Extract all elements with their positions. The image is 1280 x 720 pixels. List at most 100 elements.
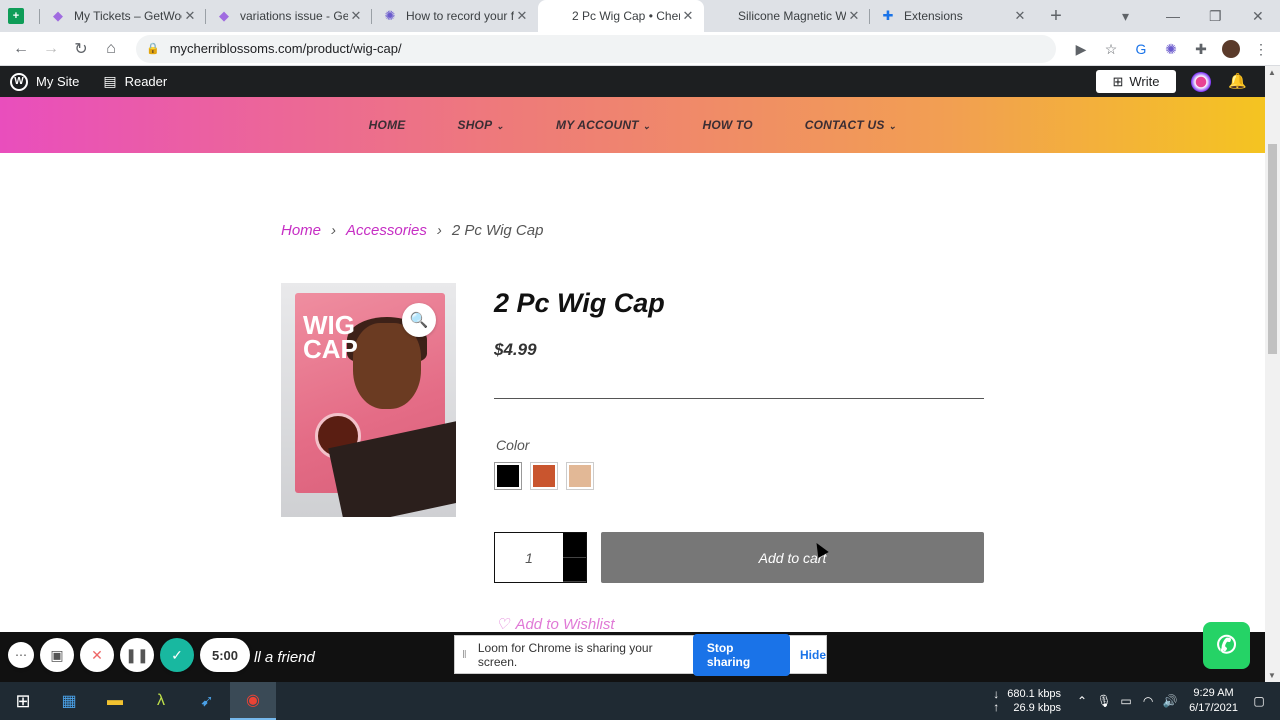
- nav-item-my-account[interactable]: MY ACCOUNT ⌄: [556, 118, 650, 132]
- notifications-center-icon[interactable]: ▢: [1248, 694, 1270, 708]
- sheets-icon: +: [8, 8, 24, 24]
- windows-taskbar: ⊞ ▦ ▬ λ ➹ ◉ ↓ ↑ 680.1 kbps 26.9 kbps ⌃ 🎙 …: [0, 682, 1280, 720]
- tab-search-icon[interactable]: ▾: [1122, 0, 1129, 32]
- translate-icon[interactable]: G: [1132, 40, 1150, 58]
- close-icon[interactable]: ✕: [1012, 8, 1028, 24]
- network-speed: 680.1 kbps 26.9 kbps: [1007, 687, 1061, 715]
- tab-title: Silicone Magnetic W: [738, 9, 846, 23]
- hide-button[interactable]: Hide: [800, 648, 826, 662]
- star-icon[interactable]: ☆: [1102, 40, 1120, 58]
- system-clock[interactable]: 9:29 AM 6/17/2021: [1189, 686, 1238, 716]
- my-site-link[interactable]: W My Site: [10, 72, 80, 91]
- nav-item-shop[interactable]: SHOP ⌄: [457, 118, 504, 132]
- breadcrumb-separator: ›: [436, 222, 442, 239]
- volume-icon[interactable]: 🔊: [1159, 694, 1181, 708]
- add-to-cart-button[interactable]: Add to cart: [601, 532, 984, 583]
- close-icon[interactable]: ✕: [846, 8, 862, 24]
- swatch-beige[interactable]: [566, 462, 594, 490]
- battery-icon[interactable]: ▭: [1115, 694, 1137, 708]
- zoom-icon[interactable]: 🔍: [402, 303, 436, 337]
- breadcrumb-current: 2 Pc Wig Cap: [451, 222, 544, 239]
- browser-tab[interactable]: Silicone Magnetic W ✕: [704, 0, 870, 32]
- home-icon[interactable]: ⌂: [96, 34, 126, 64]
- loom-controls: ⋯ ▣ ✕ ❚❚ ✓ 5:00: [8, 638, 250, 672]
- close-icon[interactable]: ✕: [182, 8, 198, 24]
- windows-start-icon[interactable]: ⊞: [0, 682, 46, 720]
- nav-item-contact-us[interactable]: CONTACT US ⌄: [805, 118, 897, 132]
- dolphin-app-icon[interactable]: ➹: [184, 682, 230, 720]
- lock-icon: 🔒: [146, 43, 160, 55]
- scrollbar-thumb[interactable]: [1268, 144, 1277, 354]
- sheets-pinned-tab[interactable]: +: [0, 0, 40, 32]
- reader-link[interactable]: ▤ Reader: [103, 73, 167, 90]
- browser-tab[interactable]: ◆ My Tickets – GetWoo ✕: [40, 0, 206, 32]
- chevron-down-icon: ⌄: [888, 121, 897, 131]
- add-to-wishlist-link[interactable]: ♡ Add to Wishlist: [496, 615, 615, 634]
- avatar[interactable]: [1191, 72, 1211, 92]
- camera-icon[interactable]: ▶: [1072, 40, 1090, 58]
- back-icon[interactable]: ←: [6, 34, 36, 64]
- cancel-recording-icon[interactable]: ✕: [80, 638, 114, 672]
- puzzle-icon[interactable]: ✚: [1192, 40, 1210, 58]
- breadcrumb-home[interactable]: Home: [281, 222, 321, 239]
- file-explorer-icon[interactable]: ▬: [92, 682, 138, 720]
- close-icon[interactable]: ✕: [514, 8, 530, 24]
- gear-icon: ✺: [384, 8, 396, 23]
- close-icon[interactable]: ✕: [680, 8, 696, 24]
- heart-icon: ♡: [496, 616, 510, 633]
- more-options-icon[interactable]: ⋯: [8, 642, 34, 668]
- reload-icon[interactable]: ↻: [66, 34, 96, 64]
- reader-icon: ▤: [103, 73, 117, 89]
- tab-title: 2 Pc Wig Cap • Cherr: [572, 9, 680, 23]
- url-text: mycherriblossoms.com/product/wig-cap/: [169, 41, 402, 56]
- new-tab-button[interactable]: +: [1036, 0, 1076, 32]
- browser-tab[interactable]: ◆ variations issue - Get ✕: [206, 0, 372, 32]
- scroll-down-icon[interactable]: ▼: [1268, 671, 1276, 680]
- quantity-step-buttons[interactable]: [563, 533, 586, 582]
- camera-toggle-icon[interactable]: ▣: [40, 638, 74, 672]
- quantity-input[interactable]: 1: [495, 533, 563, 582]
- write-button[interactable]: ⊞ Write: [1096, 70, 1176, 93]
- minimize-button[interactable]: —: [1166, 0, 1180, 32]
- drag-handle-icon[interactable]: ‖: [455, 649, 474, 661]
- forward-icon[interactable]: →: [36, 34, 66, 64]
- browser-tab[interactable]: ✺ How to record your f ✕: [372, 0, 538, 32]
- download-speed: 680.1 kbps: [1007, 688, 1062, 700]
- address-bar[interactable]: 🔒 mycherriblossoms.com/product/wig-cap/: [136, 34, 1056, 63]
- chevron-up-icon[interactable]: ⌃: [1071, 694, 1093, 708]
- scroll-up-icon[interactable]: ▲: [1268, 68, 1276, 77]
- profile-avatar[interactable]: [1222, 40, 1240, 58]
- gear-icon[interactable]: ✺: [1162, 40, 1180, 58]
- wifi-icon[interactable]: ◠: [1137, 694, 1159, 708]
- calculator-icon[interactable]: ▦: [46, 682, 92, 720]
- whatsapp-icon[interactable]: ✆: [1203, 622, 1250, 669]
- pause-icon[interactable]: ❚❚: [120, 638, 154, 672]
- nav-item-home[interactable]: HOME: [369, 118, 406, 132]
- menu-dots-icon[interactable]: ⋮: [1252, 40, 1270, 58]
- breadcrumb-category[interactable]: Accessories: [346, 222, 427, 239]
- download-arrow-icon: ↓ ↑: [993, 687, 1000, 714]
- wishlist-label: Add to Wishlist: [515, 615, 615, 633]
- close-icon[interactable]: ✕: [348, 8, 364, 24]
- browser-tab[interactable]: ✚ Extensions ✕: [870, 0, 1036, 32]
- microphone-icon[interactable]: 🎙: [1093, 694, 1115, 708]
- chrome-taskbar-icon[interactable]: ◉: [230, 682, 276, 720]
- swatch-black[interactable]: [494, 462, 522, 490]
- wp-admin-bar: W My Site ▤ Reader ⊞ Write 🔔: [0, 66, 1265, 97]
- system-tray: ↓ ↑ 680.1 kbps 26.9 kbps ⌃ 🎙 ▭ ◠ 🔊 9:29 A…: [985, 682, 1280, 720]
- nav-item-how-to[interactable]: HOW TO: [702, 118, 752, 132]
- browser-tab-strip: + ◆ My Tickets – GetWoo ✕ ◆ variations i…: [0, 0, 1280, 32]
- notifications-icon[interactable]: 🔔: [1228, 72, 1247, 90]
- close-window-button[interactable]: ✕: [1252, 0, 1264, 32]
- quantity-stepper[interactable]: 1: [494, 532, 587, 583]
- lambda-app-icon[interactable]: λ: [138, 682, 184, 720]
- stop-sharing-button[interactable]: Stop sharing: [692, 633, 790, 676]
- referral-text[interactable]: ll a friend: [254, 649, 315, 666]
- breadcrumb: Home › Accessories › 2 Pc Wig Cap: [281, 222, 543, 239]
- restore-button[interactable]: ❐: [1209, 0, 1222, 32]
- my-site-label: My Site: [36, 74, 80, 89]
- page-scrollbar[interactable]: ▲ ▼: [1265, 66, 1280, 682]
- finish-recording-icon[interactable]: ✓: [160, 638, 194, 672]
- browser-tab-active[interactable]: 2 Pc Wig Cap • Cherr ✕: [538, 0, 704, 32]
- swatch-orange[interactable]: [530, 462, 558, 490]
